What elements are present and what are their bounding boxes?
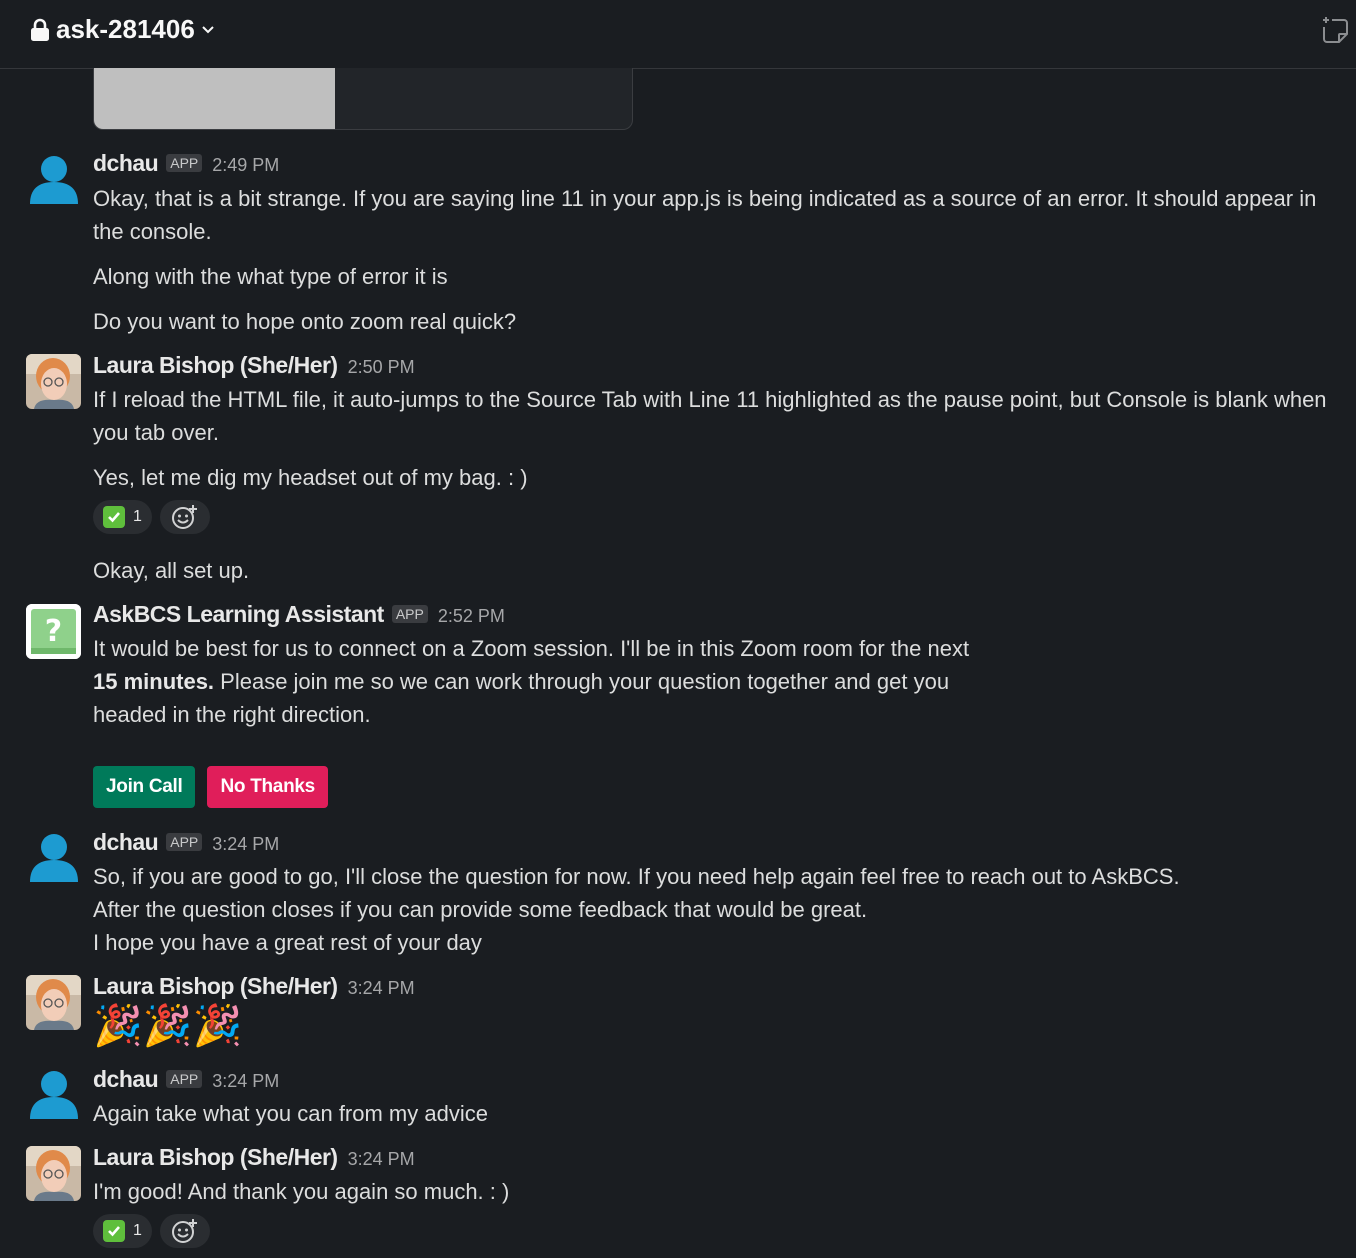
- timestamp[interactable]: 2:49 PM: [212, 155, 279, 176]
- message-text: If I reload the HTML file, it auto-jumps…: [93, 387, 1327, 412]
- timestamp[interactable]: 2:50 PM: [348, 357, 415, 378]
- app-badge: APP: [166, 154, 203, 172]
- sender-name[interactable]: dchau: [93, 1066, 159, 1093]
- message-text: Okay, all set up.: [93, 558, 250, 583]
- sender-name[interactable]: dchau: [93, 829, 159, 856]
- no-thanks-button[interactable]: No Thanks: [207, 766, 328, 808]
- message-text: headed in the right direction.: [93, 702, 371, 727]
- message-text: Okay, that is a bit strange. If you are …: [93, 186, 1317, 211]
- message-text: So, if you are good to go, I'll close th…: [93, 864, 1180, 889]
- canvas-icon[interactable]: [1320, 14, 1350, 46]
- askbcs-logo-icon: ?: [26, 604, 81, 659]
- message-text-rest: Please join me so we can work through yo…: [214, 669, 950, 694]
- attachment-preview[interactable]: [93, 68, 633, 130]
- message-text: the console.: [93, 219, 212, 244]
- message-text: I'm good! And thank you again so much. :…: [93, 1179, 510, 1204]
- reactions-bar: 1: [93, 1214, 210, 1248]
- add-emoji-icon: [171, 505, 197, 529]
- lock-icon: [31, 18, 49, 41]
- avatar[interactable]: [26, 830, 81, 885]
- sender-name[interactable]: dchau: [93, 150, 159, 177]
- user-photo-avatar-icon: [26, 975, 81, 1030]
- message-text: It would be best for us to connect on a …: [93, 636, 970, 661]
- party-popper-emoji: 🎉🎉🎉: [93, 1004, 243, 1048]
- attachment-thumbnail: [94, 68, 335, 129]
- sender-name[interactable]: Laura Bishop (She/Her): [93, 973, 338, 1000]
- sender-name[interactable]: AskBCS Learning Assistant: [93, 601, 384, 628]
- add-reaction-button[interactable]: [159, 500, 210, 534]
- svg-text:?: ?: [45, 614, 62, 649]
- message-text: 15 minutes. Please join me so we can wor…: [93, 665, 949, 698]
- user-photo-avatar-icon: [26, 1146, 81, 1201]
- avatar[interactable]: [26, 1146, 81, 1201]
- user-photo-avatar-icon: [26, 354, 81, 409]
- user-avatar-icon: [30, 156, 78, 204]
- reactions-bar: 1: [93, 500, 210, 534]
- action-buttons: Join Call No Thanks: [93, 766, 328, 808]
- app-badge: APP: [166, 833, 203, 851]
- message-text: Along with the what type of error it is: [93, 264, 448, 289]
- message-text: Again take what you can from my advice: [93, 1101, 488, 1126]
- bold-text: 15 minutes.: [93, 669, 215, 694]
- timestamp[interactable]: 3:24 PM: [348, 1149, 415, 1170]
- avatar[interactable]: [26, 975, 81, 1030]
- timestamp[interactable]: 3:24 PM: [348, 978, 415, 999]
- message-text: Yes, let me dig my headset out of my bag…: [93, 465, 528, 490]
- reaction-count: 1: [133, 1222, 142, 1239]
- channel-header: ask-281406: [0, 0, 1356, 69]
- message-text: Do you want to hope onto zoom real quick…: [93, 309, 517, 334]
- user-avatar-icon: [30, 1071, 78, 1119]
- chevron-down-icon: [202, 25, 214, 33]
- reaction-check[interactable]: 1: [93, 500, 152, 534]
- join-call-button[interactable]: Join Call: [93, 766, 196, 808]
- reaction-check[interactable]: 1: [93, 1214, 152, 1248]
- timestamp[interactable]: 3:24 PM: [212, 834, 279, 855]
- white-check-mark-icon: [103, 506, 125, 528]
- message-text: you tab over.: [93, 420, 219, 445]
- channel-name-button[interactable]: ask-281406: [30, 14, 215, 45]
- sender-name[interactable]: Laura Bishop (She/Her): [93, 352, 338, 379]
- avatar[interactable]: [26, 354, 81, 409]
- sender-name[interactable]: Laura Bishop (She/Her): [93, 1144, 338, 1171]
- user-avatar-icon: [30, 834, 78, 882]
- timestamp[interactable]: 3:24 PM: [212, 1071, 279, 1092]
- message-text: I hope you have a great rest of your day: [93, 930, 482, 955]
- white-check-mark-icon: [103, 1220, 125, 1242]
- timestamp[interactable]: 2:52 PM: [438, 606, 505, 627]
- avatar[interactable]: ?: [26, 604, 81, 659]
- app-badge: APP: [391, 605, 428, 623]
- channel-name: ask-281406: [56, 14, 195, 44]
- avatar[interactable]: [26, 152, 81, 207]
- app-badge: APP: [166, 1070, 203, 1088]
- add-emoji-icon: [171, 1219, 197, 1243]
- add-reaction-button[interactable]: [159, 1214, 210, 1248]
- reaction-count: 1: [133, 508, 142, 525]
- message-text: After the question closes if you can pro…: [93, 897, 868, 922]
- avatar[interactable]: [26, 1067, 81, 1122]
